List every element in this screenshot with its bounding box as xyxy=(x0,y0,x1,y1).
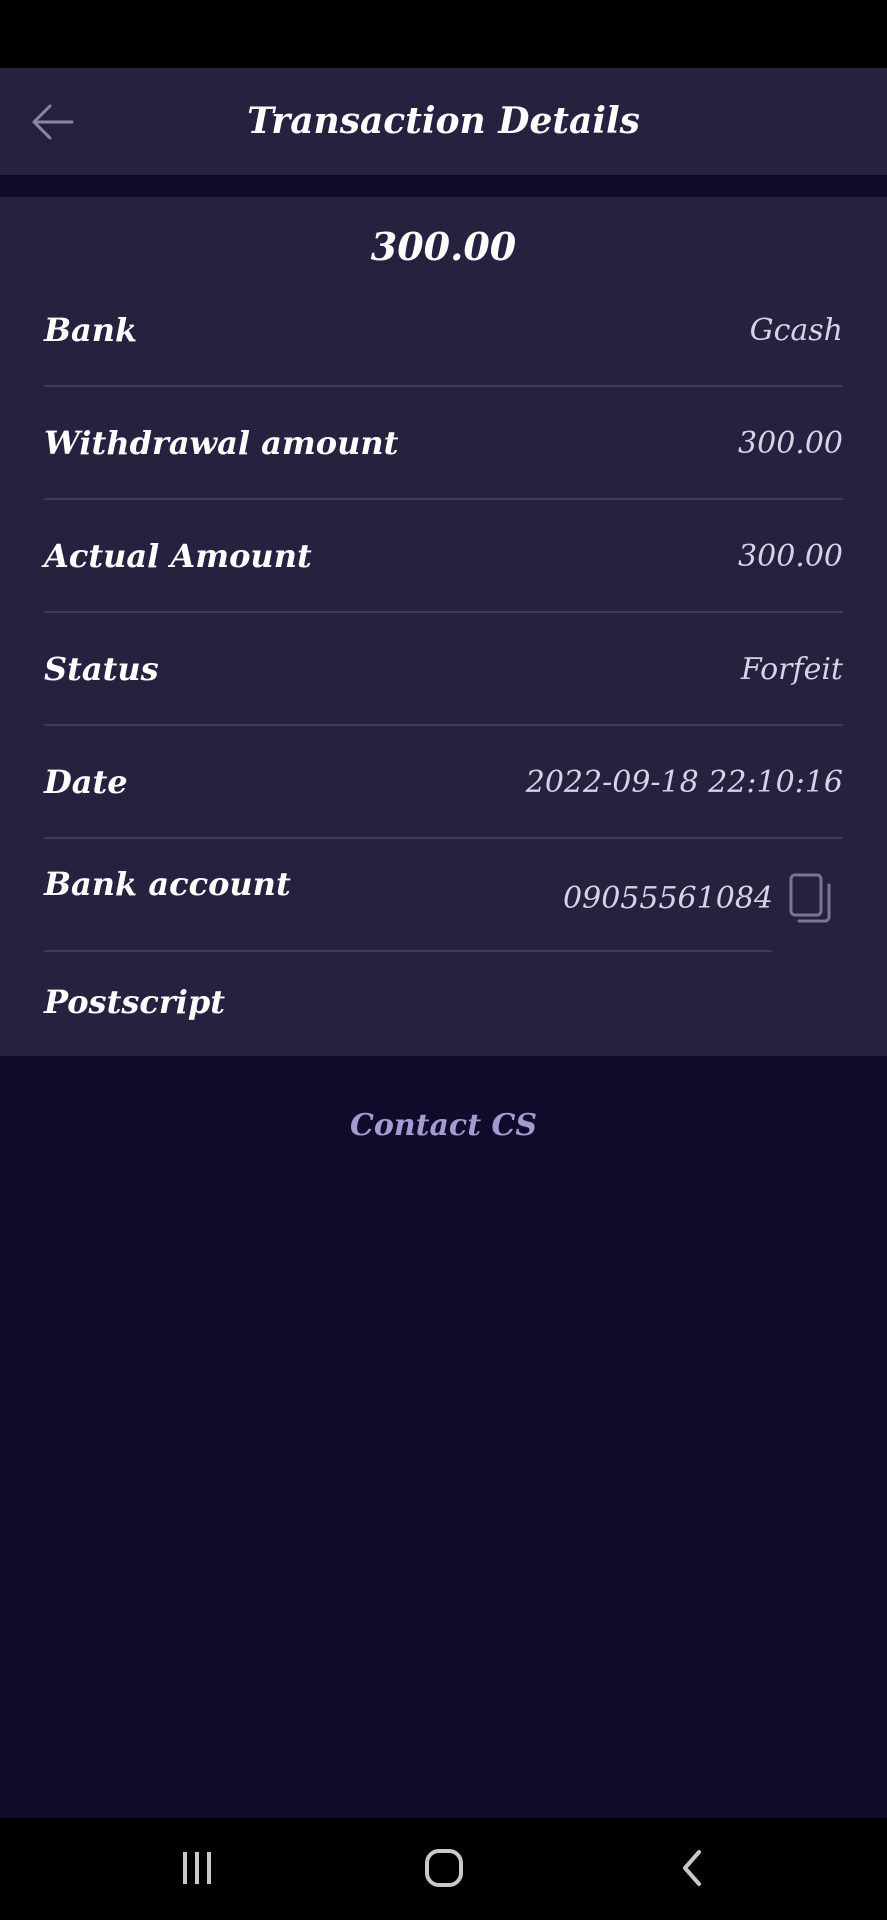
detail-row-withdrawal-amount: Withdrawal amount 300.00 xyxy=(44,387,843,500)
copy-account-button[interactable] xyxy=(785,869,837,929)
nav-home-button[interactable] xyxy=(404,1838,484,1898)
transaction-amount: 300.00 xyxy=(370,224,517,269)
detail-label: Bank xyxy=(44,311,138,349)
nav-back-button[interactable] xyxy=(652,1838,732,1898)
detail-value: Forfeit xyxy=(740,652,843,687)
page-title: Transaction Details xyxy=(247,100,640,142)
detail-label: Withdrawal amount xyxy=(44,424,399,462)
detail-label: Date xyxy=(44,763,128,801)
detail-row-status: Status Forfeit xyxy=(44,613,843,726)
chevron-left-icon xyxy=(683,1850,701,1886)
transaction-card: 300.00 Bank Gcash Withdrawal amount 300.… xyxy=(0,197,887,1056)
system-nav-bar xyxy=(0,1818,887,1920)
bank-account-number: 09055561084 xyxy=(563,881,773,916)
copy-icon xyxy=(789,873,831,923)
detail-value: 300.00 xyxy=(738,539,843,574)
status-bar xyxy=(0,0,887,68)
contact-cs-link[interactable]: Contact CS xyxy=(0,1096,887,1156)
detail-value: Gcash xyxy=(749,313,843,348)
detail-value: 2022-09-18 22:10:16 xyxy=(525,765,843,800)
recents-icon xyxy=(183,1852,211,1884)
detail-row-bank-account: Bank account 09055561084 xyxy=(44,839,843,952)
detail-value: 300.00 xyxy=(738,426,843,461)
detail-label: Status xyxy=(44,650,159,688)
detail-label: Bank account xyxy=(44,865,291,903)
app-header: Transaction Details xyxy=(0,68,887,175)
home-icon xyxy=(425,1849,463,1887)
detail-label: Postscript xyxy=(44,983,226,1021)
detail-label: Actual Amount xyxy=(44,537,312,575)
detail-row-date: Date 2022-09-18 22:10:16 xyxy=(44,726,843,839)
detail-row-actual-amount: Actual Amount 300.00 xyxy=(44,500,843,613)
nav-recents-button[interactable] xyxy=(157,1838,237,1898)
detail-row-bank: Bank Gcash xyxy=(44,274,843,387)
detail-row-postscript: Postscript xyxy=(44,952,843,1052)
